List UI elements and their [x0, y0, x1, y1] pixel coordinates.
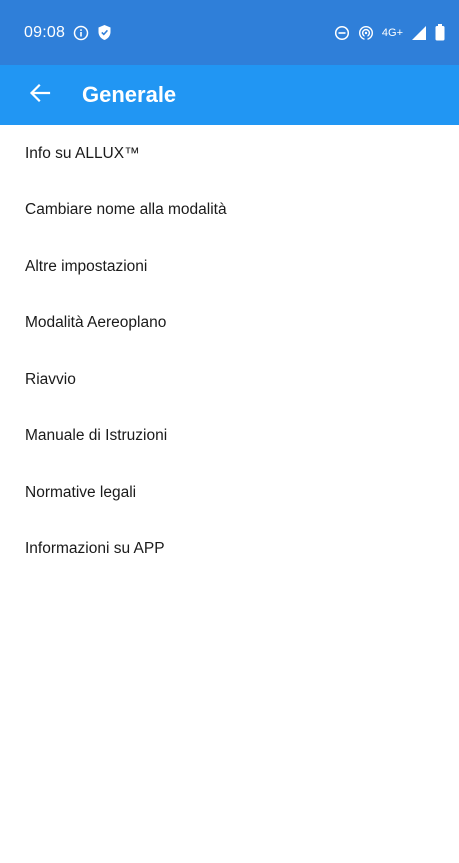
status-time: 09:08	[24, 23, 66, 41]
menu-item-info-allux[interactable]: Info su ALLUX™	[0, 125, 459, 182]
settings-menu: Info su ALLUX™ Cambiare nome alla modali…	[0, 125, 459, 577]
menu-item-legal[interactable]: Normative legali	[0, 464, 459, 521]
shield-icon	[97, 24, 112, 41]
menu-item-reboot[interactable]: Riavvio	[0, 351, 459, 408]
hotspot-icon	[358, 25, 374, 41]
screen: 09:08 4G+ Generale Info su ALLUX™ Cambia…	[0, 0, 459, 863]
menu-item-label: Manuale di Istruzioni	[25, 427, 168, 444]
menu-item-label: Modalità Aereoplano	[25, 314, 167, 331]
menu-item-label: Normative legali	[25, 483, 137, 501]
menu-item-label: Altre impostazioni	[25, 257, 148, 275]
back-arrow-icon	[29, 82, 51, 109]
status-right: 4G+	[334, 24, 445, 41]
page-title: Generale	[82, 82, 177, 107]
dnd-icon	[334, 25, 350, 41]
menu-item-rename-mode[interactable]: Cambiare nome alla modalità	[0, 182, 459, 239]
signal-icon	[411, 25, 427, 41]
menu-item-label: Info su ALLUX™	[25, 144, 140, 162]
menu-item-label: Cambiare nome alla modalità	[25, 201, 227, 218]
status-bar: 09:08 4G+	[0, 0, 459, 65]
menu-item-airplane-mode[interactable]: Modalità Aereoplano	[0, 295, 459, 352]
back-button[interactable]	[25, 80, 55, 110]
menu-item-instructions-manual[interactable]: Manuale di Istruzioni	[0, 408, 459, 465]
app-bar: Generale	[0, 65, 459, 125]
status-left: 09:08	[24, 24, 112, 42]
network-type: 4G+	[381, 26, 403, 39]
menu-item-other-settings[interactable]: Altre impostazioni	[0, 238, 459, 295]
battery-icon	[435, 24, 445, 41]
menu-item-label: Informazioni su APP	[25, 540, 165, 557]
info-icon	[73, 25, 89, 41]
menu-item-label: Riavvio	[25, 370, 76, 388]
menu-item-app-info[interactable]: Informazioni su APP	[0, 521, 459, 578]
